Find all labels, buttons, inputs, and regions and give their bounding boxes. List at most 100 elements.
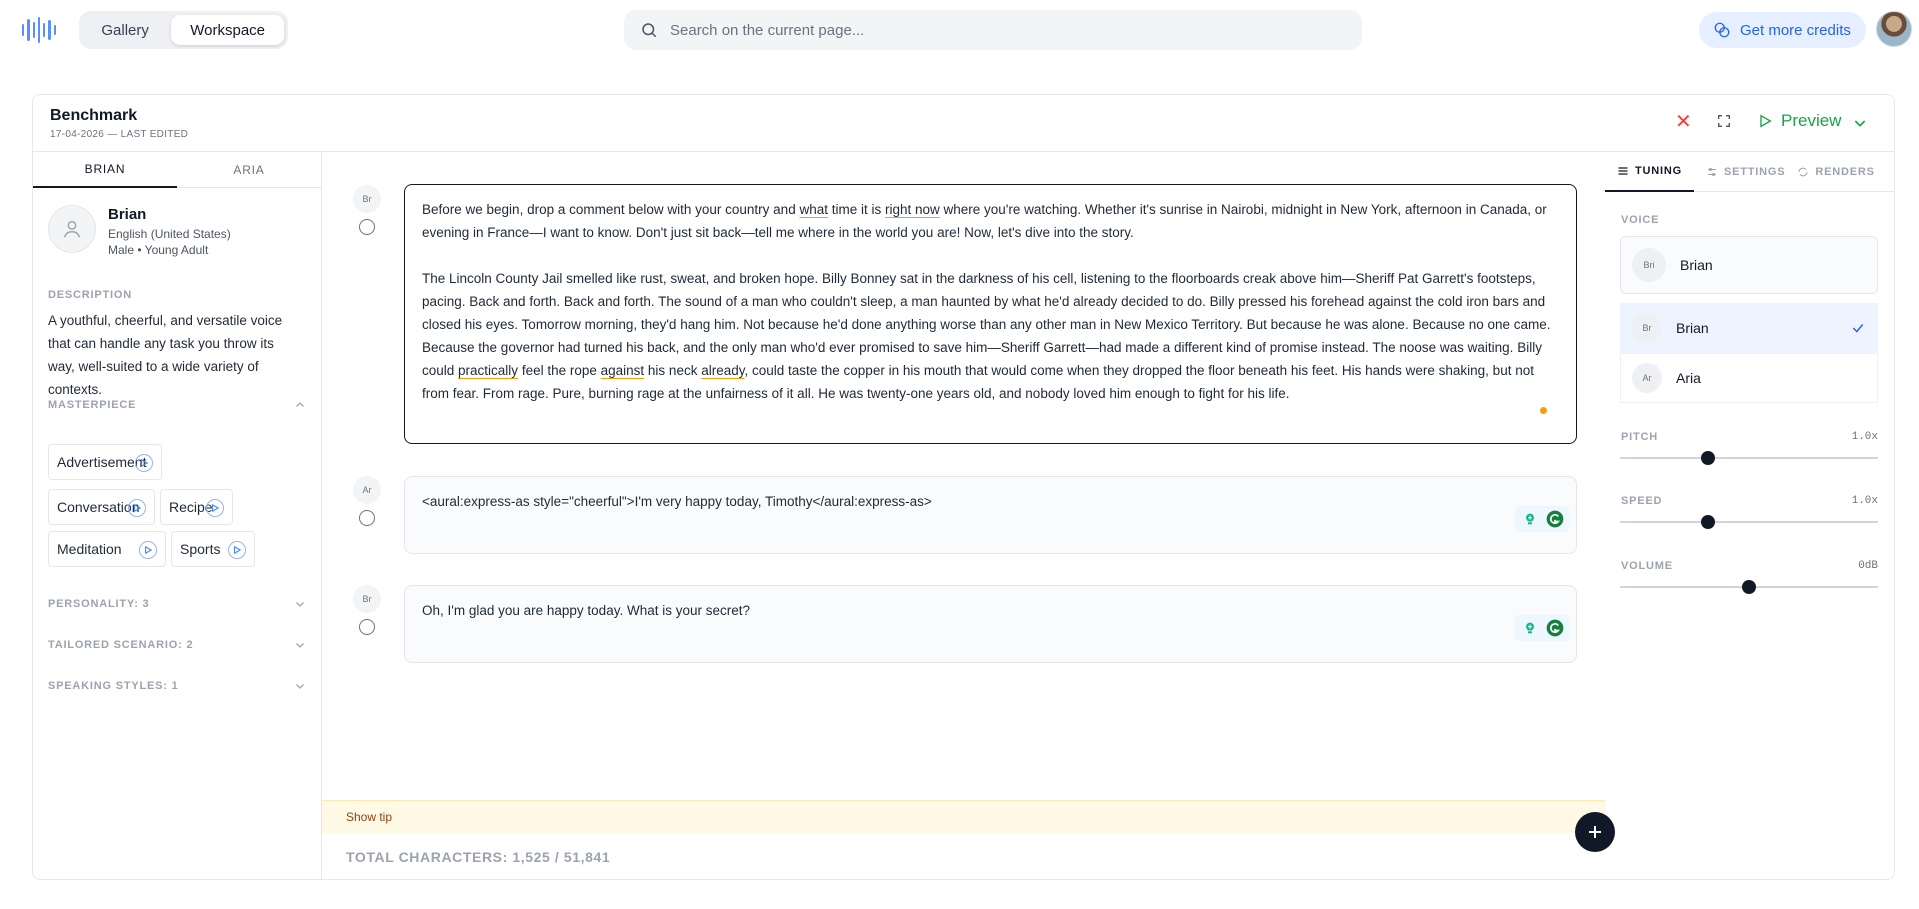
play-icon[interactable] bbox=[206, 499, 224, 517]
voice-sidebar: BRIAN ARIA Brian English (United States)… bbox=[33, 152, 322, 879]
chevron-down-icon bbox=[296, 602, 304, 607]
pitch-slider[interactable] bbox=[1620, 451, 1878, 465]
tab-renders[interactable]: RENDERS bbox=[1785, 152, 1874, 192]
flagged-word[interactable]: already bbox=[701, 363, 744, 378]
personality-section[interactable]: PERSONALITY: 3 bbox=[48, 594, 306, 614]
voice-language: English (United States) bbox=[108, 227, 231, 241]
chip-meditation[interactable]: Meditation bbox=[48, 531, 166, 567]
volume-value: 0dB bbox=[1858, 560, 1878, 572]
script-paragraph: Before we begin, drop a comment below wi… bbox=[422, 198, 1559, 244]
tab-workspace[interactable]: Workspace bbox=[171, 15, 284, 45]
chip-recipe[interactable]: Recipe bbox=[160, 489, 233, 525]
voice-option-label: Brian bbox=[1676, 320, 1709, 336]
search-input[interactable] bbox=[670, 21, 1330, 39]
voice-heading: VOICE bbox=[1621, 214, 1660, 226]
coins-icon bbox=[1714, 22, 1730, 38]
chip-conversation[interactable]: Conversation bbox=[48, 489, 155, 525]
text-run: Oh, I'm glad you are happy today. What i… bbox=[422, 603, 750, 618]
speaking-styles-section[interactable]: SPEAKING STYLES: 1 bbox=[48, 676, 306, 696]
volume-slider[interactable] bbox=[1620, 580, 1878, 594]
speed-value: 1.0x bbox=[1851, 495, 1878, 507]
pitch-value: 1.0x bbox=[1851, 431, 1878, 443]
get-credits-button[interactable]: Get more credits bbox=[1699, 12, 1866, 48]
masterpiece-header[interactable]: MASTERPIECE bbox=[48, 395, 306, 415]
tab-label: SETTINGS bbox=[1723, 166, 1786, 178]
preview-label: Preview bbox=[1781, 111, 1842, 130]
grammar-tools bbox=[1515, 615, 1569, 641]
voice-option-aria[interactable]: Ar Aria bbox=[1620, 353, 1878, 403]
flagged-word[interactable]: practically bbox=[458, 363, 518, 378]
voice-option-brian[interactable]: Br Brian bbox=[1620, 303, 1878, 353]
speed-slider[interactable] bbox=[1620, 515, 1878, 529]
tuning-panel: TUNING SETTINGS RENDERS VOICE Bri Brian … bbox=[1605, 152, 1894, 879]
play-icon[interactable] bbox=[139, 541, 157, 559]
flagged-word[interactable]: what bbox=[799, 202, 828, 217]
close-icon[interactable]: ✕ bbox=[1675, 111, 1692, 133]
chevron-down-icon bbox=[296, 684, 304, 689]
editor-header: Benchmark 17-04-2026 — LAST EDITED ✕ Pre… bbox=[33, 95, 1894, 152]
script-text-box[interactable]: <aural:express-as style="cheerful">I'm v… bbox=[404, 476, 1577, 554]
speaker-badge[interactable]: Br bbox=[353, 585, 381, 613]
tab-brian[interactable]: BRIAN bbox=[33, 152, 177, 188]
text-run: feel the rope bbox=[518, 363, 601, 378]
flagged-word[interactable]: right now bbox=[885, 202, 940, 217]
play-icon[interactable] bbox=[135, 454, 153, 472]
chip-label: Meditation bbox=[57, 541, 122, 557]
text-run: <aural:express-as style="cheerful">I'm v… bbox=[422, 494, 932, 509]
voice-avatar: Bri bbox=[1632, 248, 1666, 282]
slider-thumb[interactable] bbox=[1700, 515, 1715, 529]
speed-label: SPEED bbox=[1621, 495, 1663, 507]
chip-label: Sports bbox=[180, 541, 221, 557]
script-text-box[interactable]: Before we begin, drop a comment below wi… bbox=[404, 184, 1577, 444]
block-select-radio[interactable] bbox=[359, 510, 375, 526]
slider-thumb[interactable] bbox=[1742, 580, 1756, 594]
play-icon[interactable] bbox=[128, 499, 146, 517]
panel-tabs: TUNING SETTINGS RENDERS bbox=[1605, 152, 1894, 192]
total-characters: TOTAL CHARACTERS: 1,525 / 51,841 bbox=[346, 849, 611, 865]
tailored-scenario-section[interactable]: TAILORED SCENARIO: 2 bbox=[48, 635, 306, 655]
speaker-badge[interactable]: Br bbox=[353, 185, 381, 213]
get-credits-label: Get more credits bbox=[1740, 21, 1851, 39]
personality-heading: PERSONALITY: 3 bbox=[48, 598, 150, 610]
chip-sports[interactable]: Sports bbox=[171, 531, 255, 567]
script-text-box[interactable]: Oh, I'm glad you are happy today. What i… bbox=[404, 585, 1577, 663]
renders-icon bbox=[1798, 167, 1808, 177]
grammar-tools bbox=[1515, 506, 1569, 532]
last-edited-label: 17-04-2026 — LAST EDITED bbox=[50, 129, 189, 140]
voice-avatar: Br bbox=[1632, 313, 1662, 343]
grammarly-icon[interactable] bbox=[1543, 509, 1566, 529]
chip-advertisement[interactable]: Advertisement bbox=[48, 444, 162, 480]
play-icon[interactable] bbox=[228, 541, 246, 559]
voice-name: Brian bbox=[108, 206, 147, 223]
document-title[interactable]: Benchmark bbox=[50, 107, 137, 125]
tab-aria[interactable]: ARIA bbox=[177, 152, 321, 188]
flagged-word[interactable]: against bbox=[601, 363, 645, 378]
grammarly-icon[interactable] bbox=[1543, 618, 1566, 638]
tailored-scenario-heading: TAILORED SCENARIO: 2 bbox=[48, 639, 194, 651]
check-icon bbox=[1852, 324, 1864, 333]
masterpiece-heading: MASTERPIECE bbox=[48, 399, 137, 411]
tab-tuning[interactable]: TUNING bbox=[1605, 152, 1694, 192]
preview-button[interactable]: Preview bbox=[1757, 111, 1841, 131]
show-tip-bar[interactable]: Show tip bbox=[322, 800, 1605, 833]
block-select-radio[interactable] bbox=[359, 219, 375, 235]
tab-label: TUNING bbox=[1635, 165, 1682, 177]
tab-settings[interactable]: SETTINGS bbox=[1694, 152, 1785, 192]
settings-icon bbox=[1707, 168, 1716, 176]
status-dot bbox=[1540, 407, 1547, 414]
speaker-badge[interactable]: Ar bbox=[353, 476, 381, 504]
fullscreen-icon[interactable] bbox=[1716, 113, 1732, 134]
text-run: The Lincoln County Jail smelled like rus… bbox=[422, 271, 1551, 378]
description-heading: DESCRIPTION bbox=[48, 289, 132, 301]
volume-label: VOLUME bbox=[1621, 560, 1673, 572]
user-avatar[interactable] bbox=[1876, 11, 1912, 47]
block-select-radio[interactable] bbox=[359, 619, 375, 635]
slider-thumb[interactable] bbox=[1700, 451, 1715, 465]
voice-select[interactable]: Bri Brian bbox=[1620, 236, 1878, 294]
tab-gallery[interactable]: Gallery bbox=[83, 15, 167, 45]
lightbulb-icon[interactable] bbox=[1518, 509, 1541, 529]
chevron-down-icon[interactable] bbox=[1852, 115, 1868, 136]
lightbulb-icon[interactable] bbox=[1518, 618, 1541, 638]
text-run: time it is bbox=[827, 202, 885, 217]
app-logo-icon[interactable] bbox=[22, 17, 56, 43]
